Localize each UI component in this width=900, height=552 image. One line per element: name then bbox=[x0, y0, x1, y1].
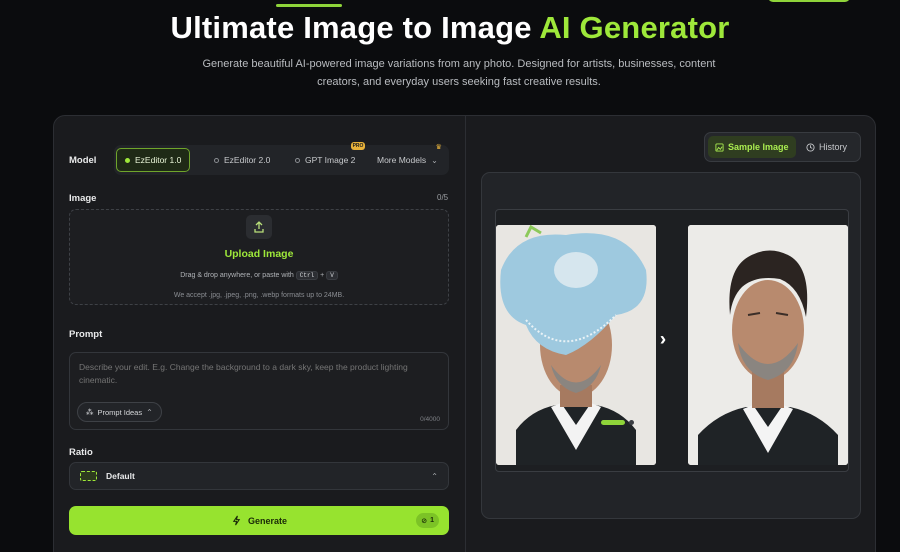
generate-button[interactable]: Generate ⊘ 1 bbox=[69, 506, 449, 535]
prompt-container: ⁂ Prompt Ideas ⌃ 0/4000 bbox=[69, 352, 449, 430]
model-option-ezeditor-1[interactable]: EzEditor 1.0 bbox=[116, 148, 191, 172]
nav-active-indicator bbox=[276, 4, 342, 7]
header-cta-button[interactable] bbox=[768, 0, 850, 2]
generate-label: Generate bbox=[247, 515, 288, 526]
clock-icon bbox=[806, 142, 815, 152]
chevron-down-icon: ⌄ bbox=[431, 155, 438, 165]
subtitle-line-1: Generate beautiful AI-powered image vari… bbox=[202, 58, 716, 70]
sparkle-icon: ⁂ bbox=[86, 407, 94, 417]
radio-dot-icon bbox=[125, 157, 130, 163]
credit-cost: 1 bbox=[430, 517, 434, 524]
sample-preview: ›› bbox=[481, 172, 861, 519]
model-option-ezeditor-2[interactable]: EzEditor 2.0 bbox=[206, 148, 278, 172]
prompt-label: Prompt bbox=[69, 329, 103, 340]
image-label: Image bbox=[69, 193, 97, 204]
upload-formats: We accept .jpg, .jpeg, .png, .webp forma… bbox=[173, 292, 345, 299]
ratio-value: Default bbox=[106, 471, 135, 481]
preview-tabs: Sample Image History bbox=[704, 132, 861, 162]
char-count: 0/4000 bbox=[420, 416, 440, 423]
prompt-input[interactable] bbox=[79, 361, 439, 387]
model-label: Model bbox=[69, 155, 97, 166]
aspect-ratio-icon bbox=[80, 471, 97, 481]
page-subtitle: Generate beautiful AI-powered image vari… bbox=[200, 55, 718, 91]
after-image bbox=[688, 225, 848, 465]
coin-icon: ⊘ bbox=[421, 517, 428, 525]
kbd-plus: + bbox=[320, 272, 325, 279]
ratio-select[interactable]: Default ⌃ bbox=[69, 462, 449, 490]
generator-panel: Model EzEditor 1.0 EzEditor 2.0 GPT Imag… bbox=[53, 115, 876, 552]
carousel-dot[interactable] bbox=[629, 420, 634, 425]
image-icon bbox=[715, 142, 724, 152]
upload-title: Upload Image bbox=[224, 248, 294, 260]
title-main: Ultimate Image to Image bbox=[170, 10, 540, 45]
model-option-label: GPT Image 2 bbox=[305, 155, 356, 165]
model-selector: EzEditor 1.0 EzEditor 2.0 GPT Image 2 PR… bbox=[114, 142, 449, 175]
page-title: Ultimate Image to Image AI Generator bbox=[0, 10, 900, 46]
carousel-indicator bbox=[601, 420, 634, 425]
upload-dropzone[interactable]: Upload Image Drag & drop anywhere, or pa… bbox=[69, 209, 449, 305]
tab-sample-image[interactable]: Sample Image bbox=[708, 136, 796, 158]
upload-instructions: Drag & drop anywhere, or paste with Ctrl… bbox=[70, 271, 448, 280]
model-option-label: EzEditor 2.0 bbox=[224, 155, 271, 165]
panel-divider bbox=[465, 116, 466, 552]
wand-icon bbox=[232, 515, 241, 526]
credit-cost-badge: ⊘ 1 bbox=[416, 513, 439, 528]
double-chevron-right-icon: ›› bbox=[660, 329, 688, 349]
model-option-label: More Models bbox=[377, 155, 427, 165]
tab-label: History bbox=[819, 142, 848, 152]
prompt-ideas-button[interactable]: ⁂ Prompt Ideas ⌃ bbox=[77, 402, 162, 422]
chevron-up-icon: ⌃ bbox=[146, 407, 153, 417]
upload-icon bbox=[246, 215, 272, 239]
upload-drag-text: Drag & drop anywhere, or paste with bbox=[180, 272, 294, 279]
model-option-label: EzEditor 1.0 bbox=[135, 155, 182, 165]
radio-dot-icon bbox=[295, 157, 300, 163]
prompt-ideas-label: Prompt Ideas bbox=[97, 407, 143, 417]
radio-dot-icon bbox=[214, 157, 219, 163]
kbd-v: V bbox=[326, 271, 338, 280]
carousel-dot-active[interactable] bbox=[601, 420, 625, 425]
pro-badge: PRO bbox=[350, 142, 366, 150]
before-image bbox=[496, 225, 656, 465]
subtitle-line-2: creators, and everyday users seeking fas… bbox=[317, 76, 601, 88]
before-after-frame: ›› bbox=[495, 209, 849, 472]
kbd-ctrl: Ctrl bbox=[295, 271, 319, 280]
image-count: 0/5 bbox=[437, 193, 449, 202]
title-accent: AI Generator bbox=[539, 10, 730, 45]
crown-icon: ♛ bbox=[435, 144, 442, 151]
tab-label: Sample Image bbox=[728, 142, 789, 152]
chevron-up-icon: ⌃ bbox=[431, 471, 438, 481]
ratio-label: Ratio bbox=[69, 447, 93, 458]
tab-history[interactable]: History bbox=[799, 136, 854, 158]
model-option-more[interactable]: More Models ⌄ ♛ bbox=[369, 144, 446, 172]
model-option-gpt-image-2[interactable]: GPT Image 2 PRO bbox=[287, 142, 366, 172]
